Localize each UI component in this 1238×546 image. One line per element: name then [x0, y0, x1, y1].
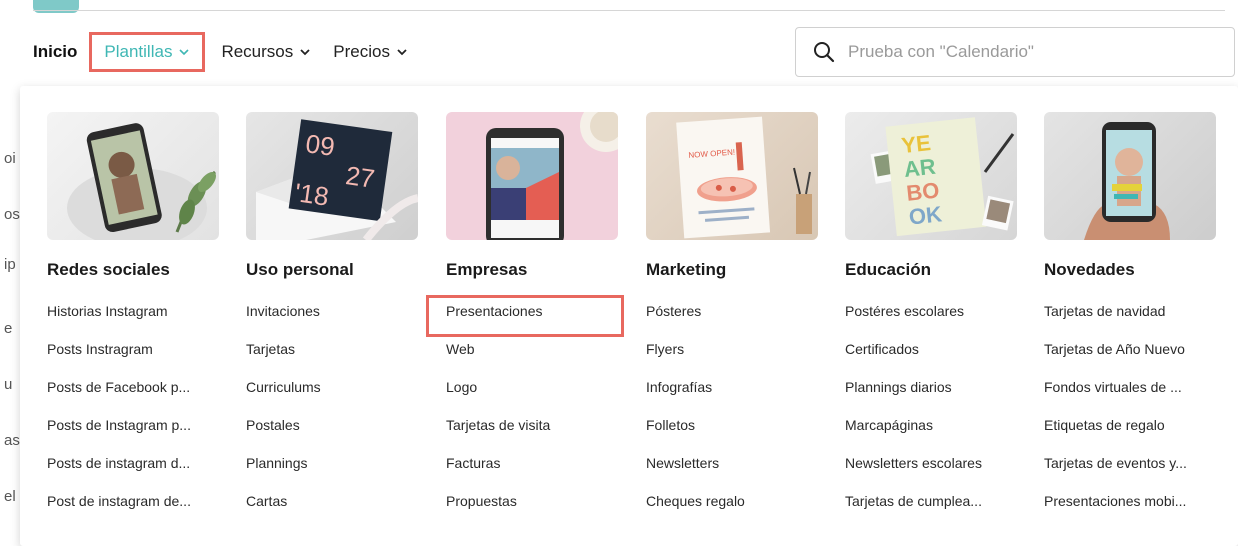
category-link[interactable]: Post de instagram de...	[47, 487, 219, 525]
category-link-list: Presentaciones Web Logo Tarjetas de visi…	[446, 297, 618, 525]
column-title: Marketing	[646, 260, 727, 279]
category-link[interactable]: Tarjetas de eventos y...	[1044, 449, 1216, 487]
category-link[interactable]: Tarjetas de navidad	[1044, 297, 1216, 335]
category-link[interactable]: Newsletters escolares	[845, 449, 1017, 487]
nav-recursos-label: Recursos	[221, 42, 294, 61]
category-link[interactable]: Etiquetas de regalo	[1044, 411, 1216, 449]
category-link[interactable]: Marcapáginas	[845, 411, 1017, 449]
category-uso-personal: 09 27 '18 Uso personal Invitaciones Tarj…	[246, 112, 418, 525]
edge-text: os	[4, 206, 20, 223]
category-link-list: Historias Instagram Posts Instragram Pos…	[47, 297, 219, 525]
yearbook-illustration: YE AR BO OK	[870, 117, 1015, 237]
thumbnail-redes-sociales[interactable]	[47, 112, 219, 240]
main-nav: Inicio Plantillas Recursos Precios	[33, 32, 408, 72]
category-link-presentaciones[interactable]: Presentaciones	[446, 297, 618, 335]
column-title: Uso personal	[246, 260, 354, 279]
nav-precios-label: Precios	[333, 42, 390, 61]
category-link[interactable]: Posts de Instagram p...	[47, 411, 219, 449]
category-novedades: Novedades Tarjetas de navidad Tarjetas d…	[1044, 112, 1216, 525]
category-link[interactable]: Cartas	[246, 487, 418, 525]
category-link[interactable]: Tarjetas de Año Nuevo	[1044, 335, 1216, 373]
category-link-list: Pósteres Flyers Infografías Folletos New…	[646, 297, 818, 525]
phone-hand-illustration	[1084, 122, 1170, 240]
thumbnail-marketing[interactable]: NOW OPEN!	[646, 112, 818, 240]
category-link[interactable]: Fondos virtuales de ...	[1044, 373, 1216, 411]
category-link[interactable]: Historias Instagram	[47, 297, 219, 335]
category-link[interactable]: Posts de Facebook p...	[47, 373, 219, 411]
phone-presentation-illustration	[486, 112, 618, 240]
category-link[interactable]: Tarjetas de visita	[446, 411, 618, 449]
edge-text: el	[4, 488, 16, 505]
card-date-text: 27	[344, 160, 377, 194]
column-title: Redes sociales	[47, 260, 170, 279]
category-link-list: Invitaciones Tarjetas Curriculums Postal…	[246, 297, 418, 525]
nav-plantillas-label: Plantillas	[104, 42, 173, 61]
chevron-down-icon	[300, 49, 310, 56]
nav-precios[interactable]: Precios	[333, 42, 408, 62]
yearbook-letters: OK	[908, 201, 944, 229]
category-link[interactable]: Curriculums	[246, 373, 418, 411]
chevron-down-icon	[179, 49, 190, 56]
category-link[interactable]: Infografías	[646, 373, 818, 411]
phone-story-illustration	[67, 123, 216, 240]
category-link[interactable]: Plannings diarios	[845, 373, 1017, 411]
column-title: Empresas	[446, 260, 528, 279]
invitation-card-illustration: 09 27 '18	[256, 119, 418, 240]
search-box[interactable]	[795, 27, 1235, 77]
category-link[interactable]: Folletos	[646, 411, 818, 449]
category-link[interactable]: Invitaciones	[246, 297, 418, 335]
nav-inicio-label: Inicio	[33, 42, 78, 61]
column-title: Novedades	[1044, 260, 1135, 279]
category-link[interactable]: Presentaciones mobi...	[1044, 487, 1216, 525]
thumbnail-novedades[interactable]	[1044, 112, 1216, 240]
edge-text: e	[4, 320, 13, 337]
category-link[interactable]: Posts Instragram	[47, 335, 219, 373]
category-link[interactable]: Logo	[446, 373, 618, 411]
category-link-list: Tarjetas de navidad Tarjetas de Año Nuev…	[1044, 297, 1216, 525]
thumbnail-empresas[interactable]	[446, 112, 618, 240]
category-link[interactable]: Pósteres	[646, 297, 818, 335]
column-title: Educación	[845, 260, 931, 279]
category-link[interactable]: Facturas	[446, 449, 618, 487]
category-link-list: Postéres escolares Certificados Planning…	[845, 297, 1017, 525]
category-link[interactable]: Certificados	[845, 335, 1017, 373]
poster-illustration: NOW OPEN!	[676, 116, 812, 239]
nav-inicio[interactable]: Inicio	[33, 42, 77, 62]
nav-plantillas[interactable]: Plantillas	[89, 32, 206, 72]
category-link[interactable]: Cheques regalo	[646, 487, 818, 525]
card-date-text: 09	[304, 128, 337, 162]
category-link[interactable]: Tarjetas	[246, 335, 418, 373]
search-input[interactable]	[846, 41, 1210, 63]
edge-text: oi	[4, 150, 16, 167]
category-link[interactable]: Web	[446, 335, 618, 373]
background-page-edge: oi os ip e u as el	[0, 86, 20, 546]
category-link[interactable]: Flyers	[646, 335, 818, 373]
category-redes-sociales: Redes sociales Historias Instagram Posts…	[47, 112, 219, 525]
search-icon	[814, 42, 835, 63]
card-date-text: '18	[293, 177, 331, 211]
category-link[interactable]: Newsletters	[646, 449, 818, 487]
edge-text: u	[4, 376, 13, 393]
edge-text: as	[4, 432, 20, 449]
category-marketing: NOW OPEN! Marketing Pósteres Flyers Info…	[646, 112, 818, 525]
category-link[interactable]: Posts de instagram d...	[47, 449, 219, 487]
category-link[interactable]: Propuestas	[446, 487, 618, 525]
plantillas-dropdown-panel: Redes sociales Historias Instagram Posts…	[20, 86, 1238, 546]
category-link[interactable]: Postéres escolares	[845, 297, 1017, 335]
category-empresas: Empresas Presentaciones Web Logo Tarjeta…	[446, 112, 618, 525]
header-divider	[33, 10, 1225, 11]
category-link[interactable]: Tarjetas de cumplea...	[845, 487, 1017, 525]
thumbnail-uso-personal[interactable]: 09 27 '18	[246, 112, 418, 240]
category-link[interactable]: Postales	[246, 411, 418, 449]
category-link[interactable]: Plannings	[246, 449, 418, 487]
thumbnail-educacion[interactable]: YE AR BO OK	[845, 112, 1017, 240]
top-tab-indicator	[33, 0, 79, 13]
edge-text: ip	[4, 256, 16, 273]
category-educacion: YE AR BO OK Educación Postéres escolares…	[845, 112, 1017, 525]
nav-recursos[interactable]: Recursos	[221, 42, 311, 62]
chevron-down-icon	[397, 49, 407, 56]
